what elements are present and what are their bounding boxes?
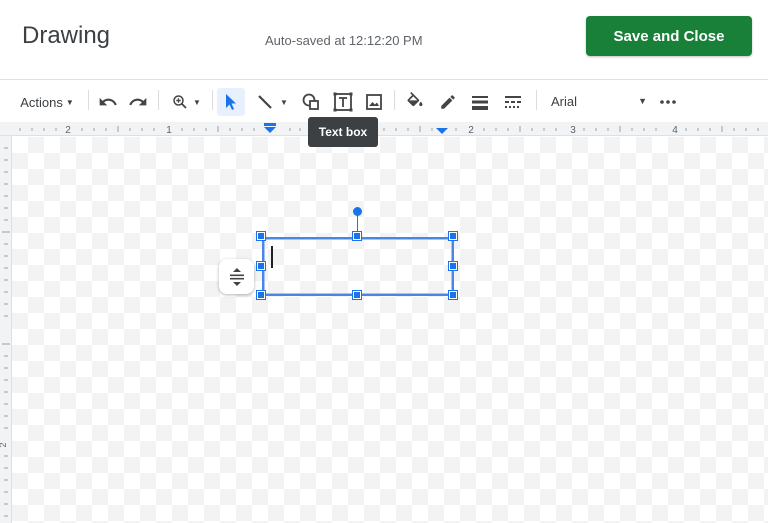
more-horiz-icon — [660, 100, 676, 104]
actions-menu[interactable]: Actions ▼ — [14, 88, 80, 116]
vertical-align-center-icon — [229, 267, 244, 286]
zoom-button[interactable]: ▼ — [166, 88, 206, 116]
cursor-arrow-icon — [226, 94, 236, 110]
resize-handle-top-right[interactable] — [449, 232, 457, 240]
resize-handle-bottom-left[interactable] — [257, 291, 265, 299]
paint-bucket-icon — [407, 92, 423, 107]
toolbar-divider — [88, 90, 89, 110]
actions-menu-label: Actions — [20, 94, 63, 110]
zoom-in-icon — [173, 95, 187, 109]
shapes-icon — [302, 93, 319, 110]
resize-handle-bottom-right[interactable] — [449, 291, 457, 299]
line-dash-icon — [505, 96, 521, 108]
fill-color-button[interactable] — [402, 88, 428, 116]
caret-down-icon: ▼ — [280, 97, 288, 107]
line-weight-icon — [472, 96, 488, 110]
app-title: Drawing — [22, 22, 111, 49]
vertical-ruler-label: 2 — [0, 442, 8, 447]
more-options-button[interactable] — [656, 88, 680, 116]
resize-handle-top[interactable] — [353, 232, 361, 240]
ruler-label: 2 — [468, 125, 474, 136]
caret-down-icon: ▼ — [638, 96, 647, 106]
redo-icon — [129, 97, 147, 106]
resize-handle-top-left[interactable] — [257, 232, 265, 240]
toolbar-divider — [158, 90, 159, 110]
save-and-close-button[interactable]: Save and Close — [586, 16, 752, 56]
text-box-shape[interactable] — [262, 237, 454, 296]
undo-button[interactable] — [96, 88, 120, 116]
border-weight-button[interactable] — [467, 88, 493, 116]
drawing-canvas[interactable] — [12, 137, 768, 523]
image-icon — [366, 94, 382, 110]
redo-button[interactable] — [126, 88, 150, 116]
line-tool-button[interactable]: ▼ — [250, 88, 294, 116]
indent-marker-left-icon[interactable] — [264, 123, 276, 133]
shape-tool-button[interactable] — [298, 88, 324, 116]
autosave-status: Auto-saved at 12:12:20 PM — [265, 33, 423, 48]
undo-icon — [99, 97, 117, 106]
ruler-label: 4 — [672, 125, 678, 136]
indent-marker-right-icon[interactable] — [436, 128, 448, 134]
dialog-header: Drawing Auto-saved at 12:12:20 PM Save a… — [0, 0, 768, 80]
line-icon — [258, 95, 272, 109]
pencil-icon — [441, 95, 455, 109]
resize-handle-bottom[interactable] — [353, 291, 361, 299]
toolbar-divider — [212, 90, 213, 110]
text-cursor — [271, 246, 273, 268]
caret-down-icon: ▼ — [65, 97, 74, 107]
toolbar-divider — [394, 90, 395, 110]
font-family-select[interactable]: Arial ▼ — [545, 88, 653, 114]
rotate-handle[interactable] — [353, 207, 362, 216]
toolbar-divider — [536, 90, 537, 110]
border-dash-button[interactable] — [500, 88, 526, 116]
ruler-ticks: 2 1 2 3 4 — [19, 123, 759, 136]
text-box-button[interactable] — [330, 88, 356, 116]
border-color-button[interactable] — [435, 88, 461, 116]
vertical-align-button[interactable] — [219, 259, 254, 294]
text-box-tooltip: Text box — [308, 117, 378, 147]
text-box-icon — [333, 92, 353, 112]
vertical-ruler-ticks: 2 — [0, 147, 10, 517]
font-family-value: Arial — [551, 93, 578, 109]
ruler-label: 1 — [166, 125, 172, 136]
vertical-ruler: 2 — [0, 136, 12, 523]
caret-down-icon: ▼ — [193, 97, 201, 107]
ruler-label: 2 — [65, 125, 71, 136]
resize-handle-right[interactable] — [449, 262, 457, 270]
image-button[interactable] — [361, 88, 387, 116]
ruler-label: 3 — [570, 125, 576, 136]
horizontal-ruler: 2 1 2 3 4 — [0, 122, 768, 136]
resize-handle-left[interactable] — [257, 262, 265, 270]
select-tool-button[interactable] — [217, 88, 245, 116]
